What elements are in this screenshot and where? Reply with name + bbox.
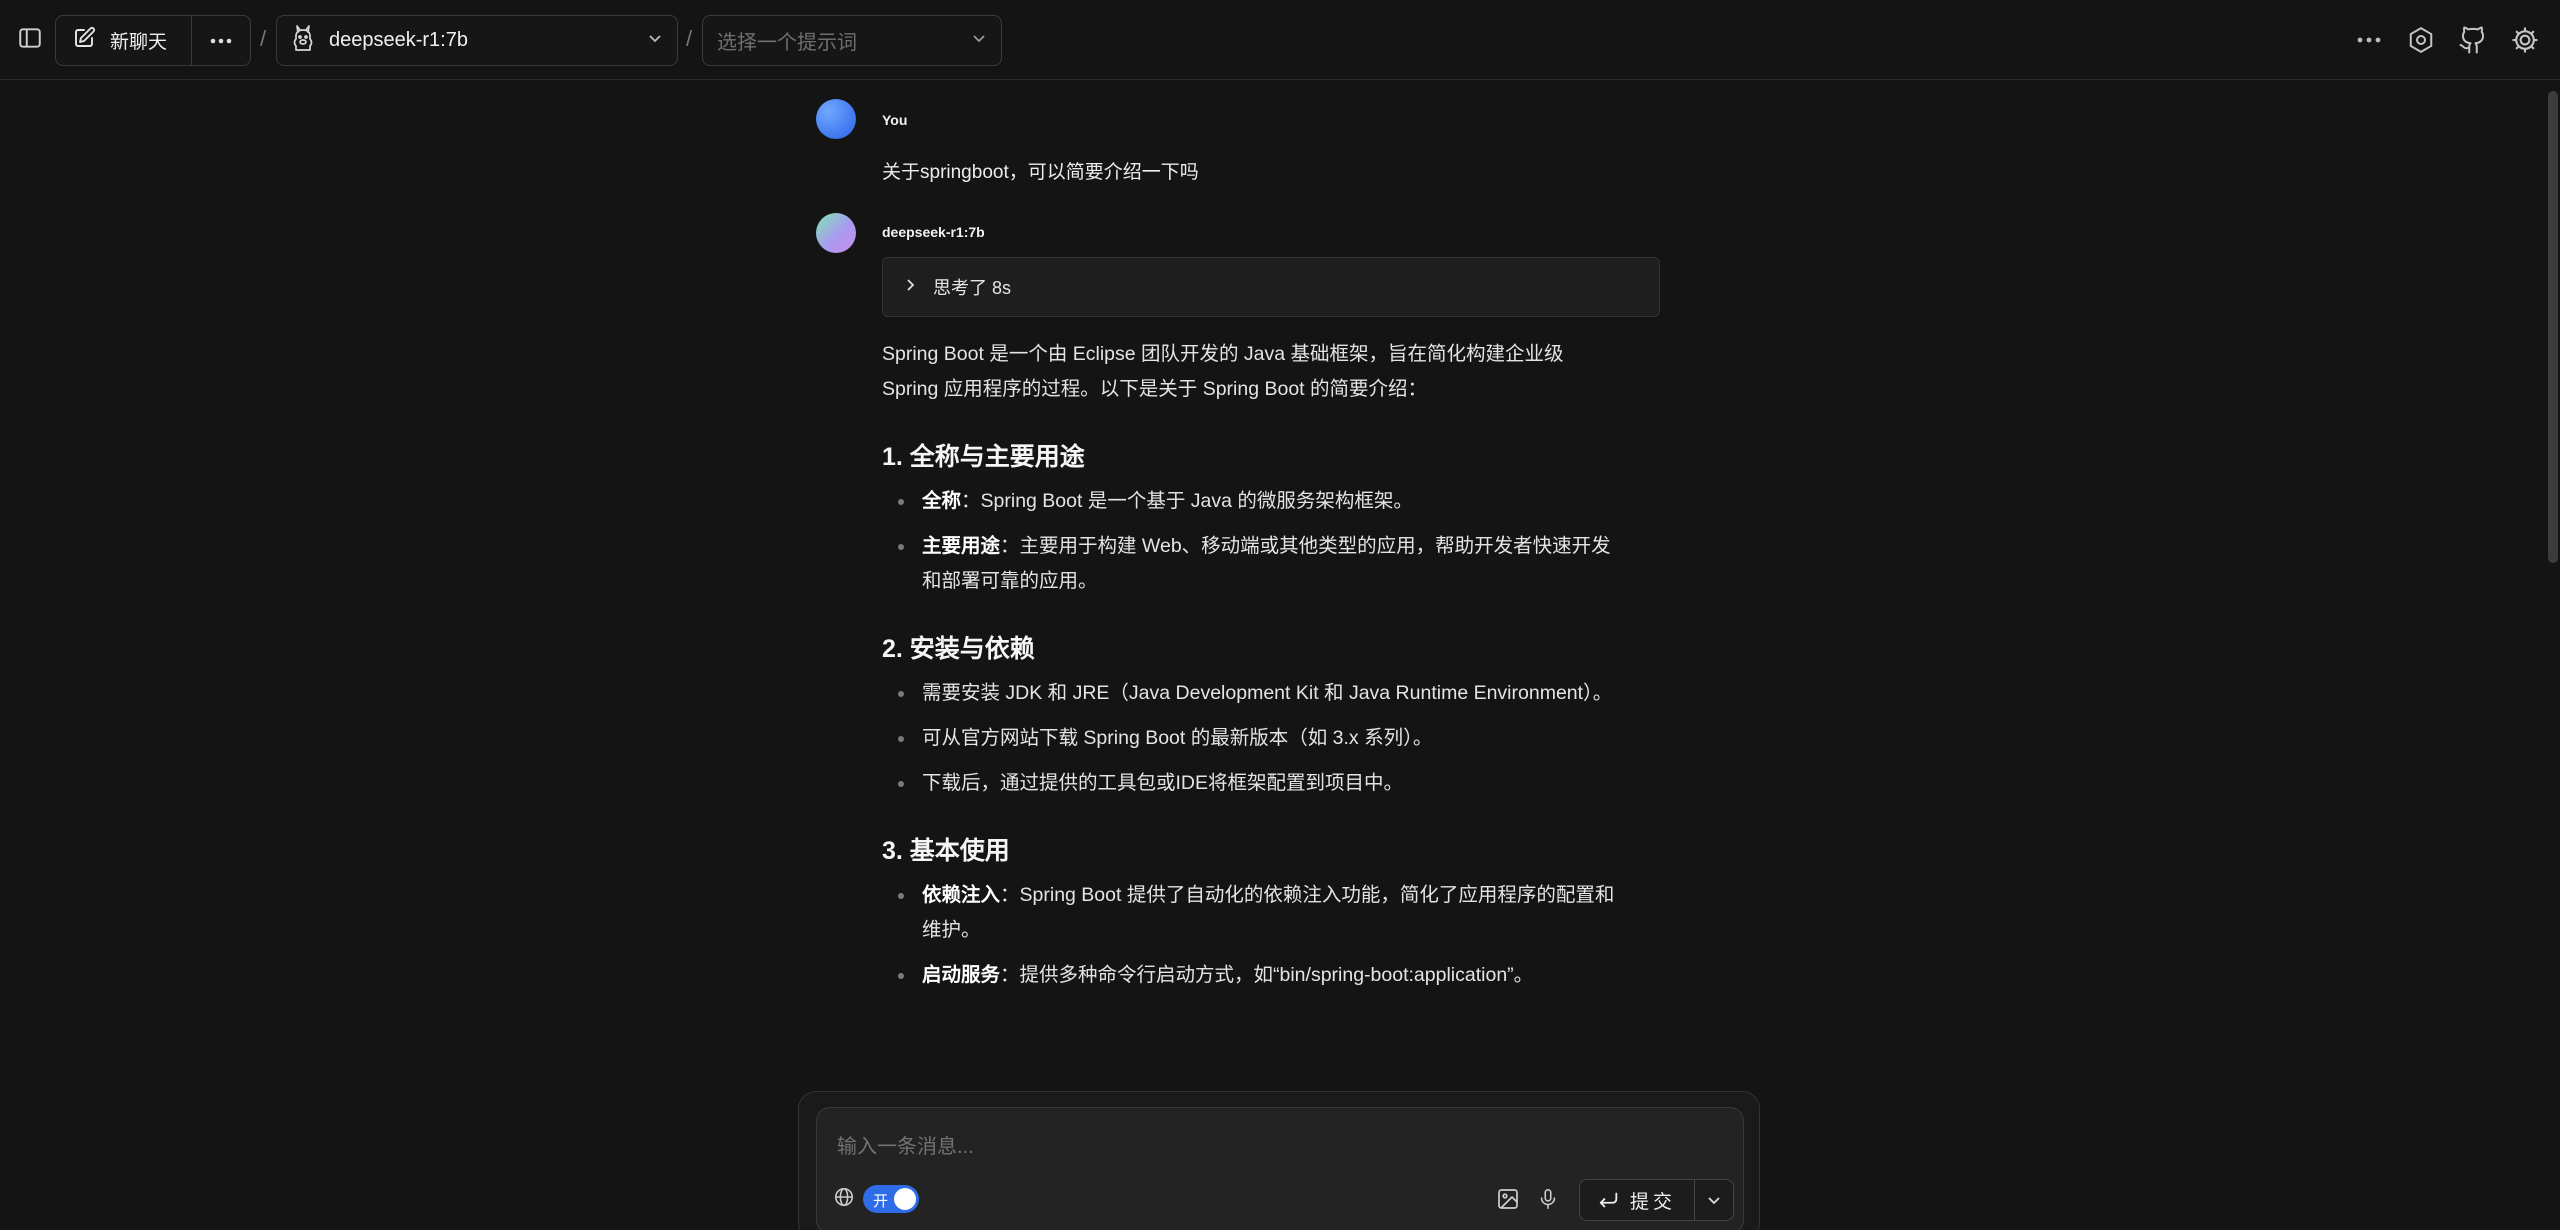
new-chat-group: 新聊天 [55,15,251,66]
message-composer: 开 提交 [816,1107,1744,1230]
chevron-right-icon [903,278,917,297]
top-bar: 新聊天 / deepseek-r1:7b / 选择一个提示词 [0,0,2560,80]
list-item: 依赖注入：Spring Boot 提供了自动化的依赖注入功能，简化了应用程序的配… [898,878,1622,948]
user-message-text: 关于springboot，可以简要介绍一下吗 [882,162,1199,183]
llama-icon [291,24,315,57]
top-right-actions [2352,22,2542,58]
avatar [816,99,856,139]
scrollbar[interactable] [2548,91,2558,563]
sender-name: You [882,112,908,128]
settings-icon[interactable] [2404,23,2438,57]
sender-name: deepseek-r1:7b [882,224,985,240]
thinking-label: 思考了 8s [933,278,1012,298]
section-title: 2. 安装与依赖 [882,635,1035,663]
toggle-label: 开 [873,1193,889,1210]
chat-area[interactable]: You 关于springboot，可以简要介绍一下吗 deepseek-r1:7… [0,81,2560,1230]
gear-icon[interactable] [2508,23,2542,57]
prompt-selector[interactable]: 选择一个提示词 [702,15,1002,66]
web-search-button[interactable] [829,1182,859,1212]
more-horizontal-icon [210,38,232,43]
assistant-message: deepseek-r1:7b 思考了 8s Spring Boot 是一个由 E… [816,213,1660,1230]
github-icon[interactable] [2456,23,2490,57]
chat-more-button[interactable] [192,16,250,65]
submit-group: 提交 [1579,1179,1734,1221]
enter-icon [1599,1192,1618,1208]
list-item: 下载后，通过提供的工具包或IDE将框架配置到项目中。 [898,766,1622,801]
prompt-placeholder: 选择一个提示词 [717,32,857,54]
bullet-list: 依赖注入：Spring Boot 提供了自动化的依赖注入功能，简化了应用程序的配… [882,878,1622,993]
globe-icon [834,1187,854,1207]
list-item: 需要安装 JDK 和 JRE（Java Development Kit 和 Ja… [898,676,1622,711]
toggle-knob [894,1188,916,1210]
answer-intro: Spring Boot 是一个由 Eclipse 团队开发的 Java 基础框架… [882,343,1564,400]
model-selector[interactable]: deepseek-r1:7b [276,15,678,66]
user-message: You 关于springboot，可以简要介绍一下吗 [816,99,1660,199]
model-label: deepseek-r1:7b [329,29,468,51]
assistant-answer: Spring Boot 是一个由 Eclipse 团队开发的 Java 基础框架… [882,337,1622,1003]
avatar [816,213,856,253]
submit-label: 提交 [1629,1191,1676,1213]
section-title: 1. 全称与主要用途 [882,443,1085,471]
list-item: 启动服务：提供多种命令行启动方式，如“bin/spring-boot:appli… [898,958,1622,993]
breadcrumb-separator: / [260,26,267,51]
list-item: 全称：Spring Boot 是一个基于 Java 的微服务架构框架。 [898,484,1622,519]
message-input[interactable] [837,1132,1717,1162]
chevron-down-icon [1708,1197,1720,1205]
bullet-list: 全称：Spring Boot 是一个基于 Java 的微服务架构框架。 主要用途… [882,484,1622,599]
breadcrumb-separator: / [686,26,693,51]
more-horizontal-icon[interactable] [2352,23,2386,57]
section-title: 3. 基本使用 [882,837,1010,865]
list-item: 主要用途：主要用于构建 Web、移动端或其他类型的应用，帮助开发者快速开发和部署… [898,529,1622,599]
upload-image-button[interactable] [1493,1184,1523,1214]
chevron-down-icon [647,30,663,51]
bullet-list: 需要安装 JDK 和 JRE（Java Development Kit 和 Ja… [882,676,1622,801]
list-item: 可从官方网站下载 Spring Boot 的最新版本（如 3.x 系列）。 [898,721,1622,756]
image-icon [1498,1189,1518,1209]
web-search-toggle[interactable]: 开 [863,1185,919,1213]
submit-options-button[interactable] [1695,1180,1733,1220]
edit-icon [72,26,96,55]
microphone-icon [1540,1189,1556,1209]
new-chat-label: 新聊天 [110,32,168,53]
thinking-toggle[interactable]: 思考了 8s [882,257,1660,317]
sidebar-toggle-icon[interactable] [14,22,46,54]
submit-button[interactable]: 提交 [1580,1180,1695,1220]
new-chat-button[interactable]: 新聊天 [56,16,193,65]
chevron-down-icon [971,30,987,51]
voice-input-button[interactable] [1533,1184,1563,1214]
